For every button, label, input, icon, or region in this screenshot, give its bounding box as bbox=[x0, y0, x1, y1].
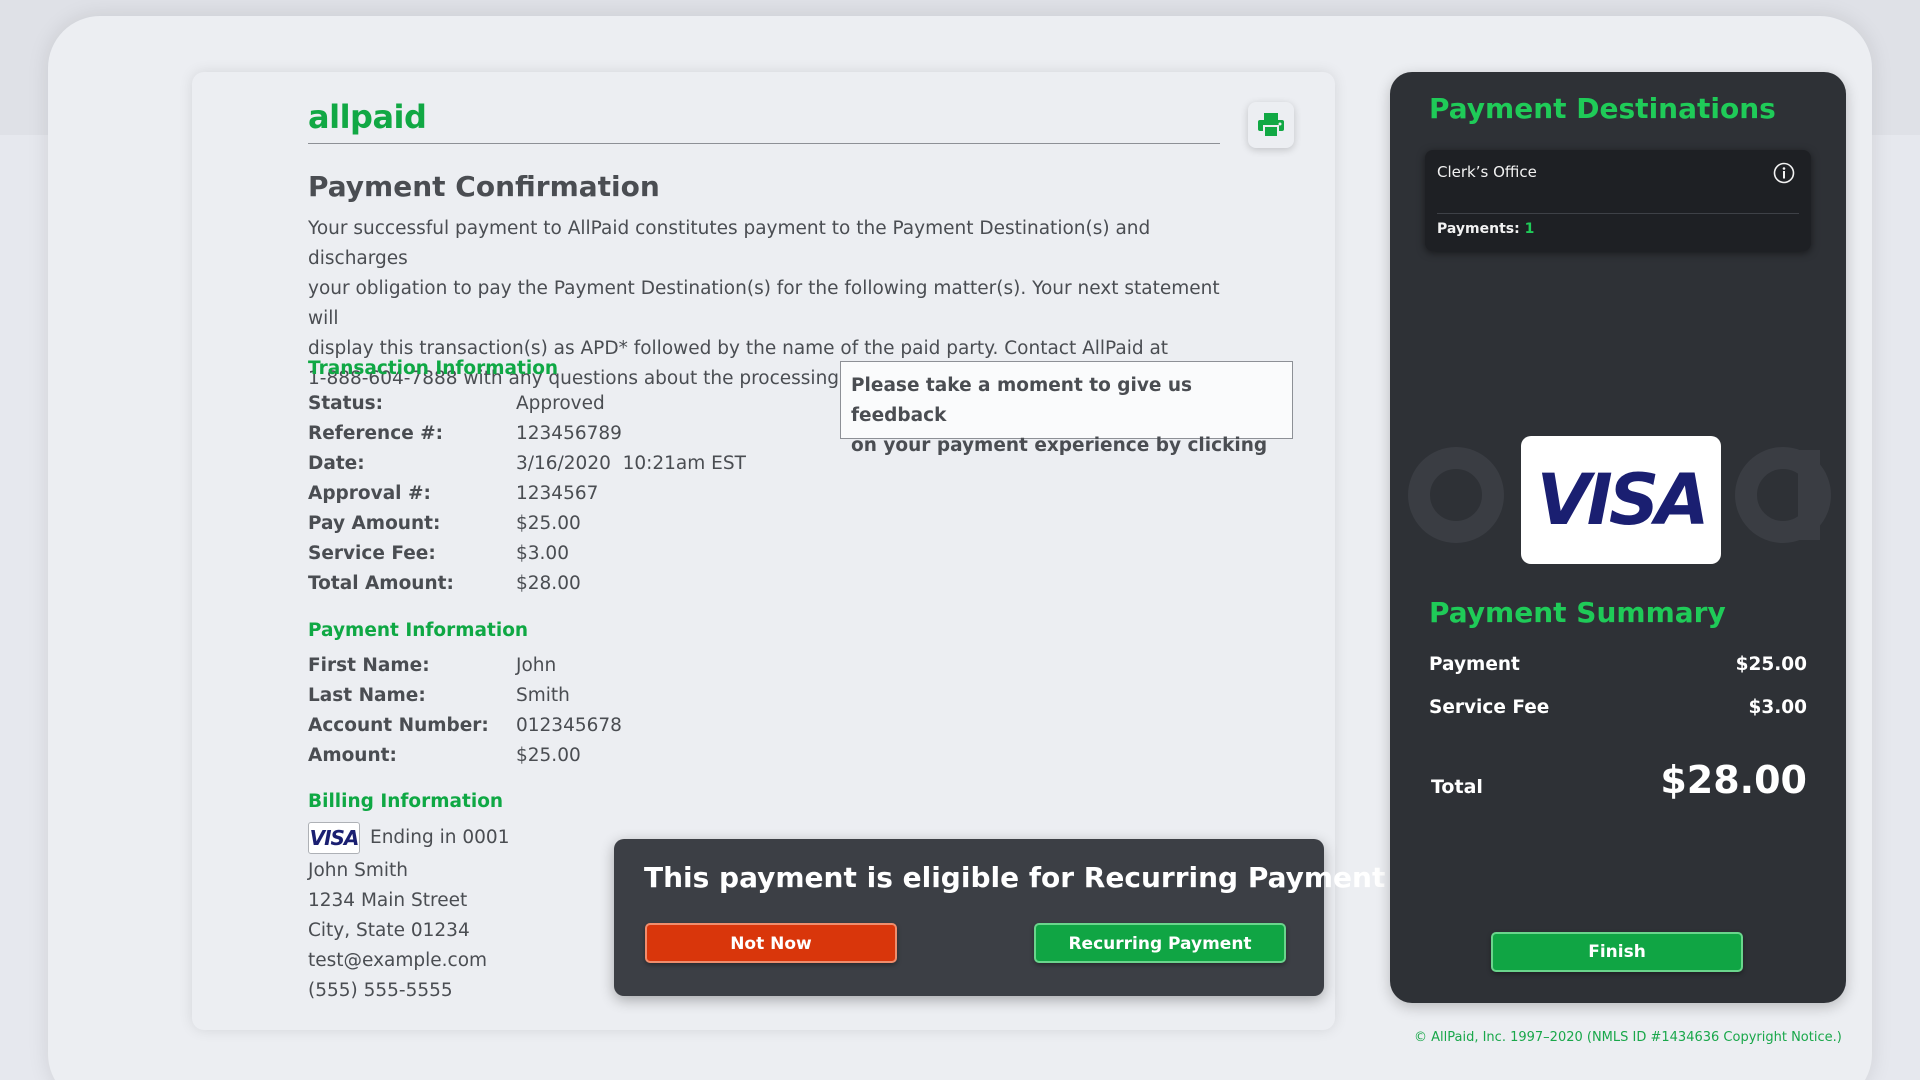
recurring-payment-dialog: This payment is eligible for Recurring P… bbox=[614, 839, 1385, 996]
header-divider bbox=[308, 143, 1220, 144]
row-value: 3/16/2020 10:21am EST bbox=[516, 453, 746, 474]
transaction-row: Pay Amount: $25.00 bbox=[308, 509, 868, 539]
row-value: 1234567 bbox=[516, 483, 599, 504]
transaction-heading: Transaction Information bbox=[308, 358, 559, 379]
billing-street: 1234 Main Street bbox=[308, 890, 468, 911]
row-label: Status: bbox=[308, 393, 384, 414]
summary-value: $3.00 bbox=[1748, 697, 1807, 718]
billing-heading: Billing Information bbox=[308, 791, 504, 812]
printer-icon bbox=[1258, 113, 1284, 138]
not-now-button[interactable]: Not Now bbox=[645, 923, 897, 963]
row-label: Service Fee: bbox=[308, 543, 436, 564]
total-value: $28.00 bbox=[1660, 758, 1807, 802]
row-value: $28.00 bbox=[516, 573, 581, 594]
row-value: Approved bbox=[516, 393, 605, 414]
copyright-notice[interactable]: © AllPaid, Inc. 1997–2020 (NMLS ID #1434… bbox=[1414, 1030, 1842, 1045]
summary-label: Payment bbox=[1429, 654, 1520, 675]
destination-card[interactable]: Clerk’s Office Payments: 1 bbox=[1425, 150, 1811, 251]
payment-info-row: Last Name: Smith bbox=[308, 681, 868, 711]
destinations-heading: Payment Destinations bbox=[1429, 92, 1776, 125]
transaction-row: Reference #: 123456789 bbox=[308, 419, 868, 449]
row-value: 012345678 bbox=[516, 715, 622, 736]
row-label: Amount: bbox=[308, 745, 397, 766]
destination-divider bbox=[1437, 213, 1799, 214]
summary-row: Service Fee $3.00 bbox=[1429, 697, 1807, 718]
row-value: 123456789 bbox=[516, 423, 622, 444]
summary-heading: Payment Summary bbox=[1429, 596, 1726, 629]
row-value: $25.00 bbox=[516, 513, 581, 534]
total-label: Total bbox=[1431, 776, 1483, 798]
destination-name: Clerk’s Office bbox=[1437, 163, 1537, 181]
transaction-row: Total Amount: $28.00 bbox=[308, 569, 868, 599]
row-label: Account Number: bbox=[308, 715, 489, 736]
intro-line: Your successful payment to AllPaid const… bbox=[308, 218, 1151, 269]
billing-name: John Smith bbox=[308, 860, 408, 881]
row-value: John bbox=[516, 655, 557, 676]
intro-line: your obligation to pay the Payment Desti… bbox=[308, 278, 1220, 329]
visa-card-icon: VISA bbox=[308, 822, 360, 854]
row-label: Pay Amount: bbox=[308, 513, 441, 534]
payments-label: Payments: bbox=[1437, 221, 1520, 237]
row-label: Last Name: bbox=[308, 685, 426, 706]
row-label: Total Amount: bbox=[308, 573, 454, 594]
page-title: Payment Confirmation bbox=[308, 170, 660, 203]
row-value: $3.00 bbox=[516, 543, 569, 564]
billing-phone: (555) 555-5555 bbox=[308, 980, 453, 1001]
row-label: First Name: bbox=[308, 655, 430, 676]
transaction-row: Approval #: 1234567 bbox=[308, 479, 868, 509]
recurring-dialog-title: This payment is eligible for Recurring P… bbox=[644, 861, 1386, 894]
recurring-payment-button[interactable]: Recurring Payment bbox=[1034, 923, 1286, 963]
payment-sidebar: Payment Destinations Clerk’s Office Paym… bbox=[1390, 72, 1846, 1003]
row-value: $25.00 bbox=[516, 745, 581, 766]
transaction-row: Date: 3/16/2020 10:21am EST bbox=[308, 449, 868, 479]
card-carousel-decoration bbox=[1408, 447, 1504, 543]
transaction-row: Status: Approved bbox=[308, 389, 868, 419]
payment-info-row: Amount: $25.00 bbox=[308, 741, 868, 771]
allpaid-logo: allpaid bbox=[308, 98, 427, 136]
summary-label: Service Fee bbox=[1429, 697, 1550, 718]
card-carousel-decoration bbox=[1798, 450, 1820, 540]
row-label: Approval #: bbox=[308, 483, 431, 504]
billing-email: test@example.com bbox=[308, 950, 488, 971]
info-icon[interactable] bbox=[1773, 162, 1795, 184]
destination-payments: Payments: 1 bbox=[1437, 221, 1534, 237]
feedback-box[interactable]: Please take a moment to give us feedback… bbox=[840, 361, 1293, 456]
payment-info-row: Account Number: 012345678 bbox=[308, 711, 868, 741]
row-label: Reference #: bbox=[308, 423, 444, 444]
payments-count: 1 bbox=[1524, 221, 1535, 237]
visa-card-icon[interactable]: VISA bbox=[1521, 436, 1721, 564]
card-ending: Ending in 0001 bbox=[370, 827, 510, 848]
print-button[interactable] bbox=[1248, 102, 1294, 148]
row-label: Date: bbox=[308, 453, 365, 474]
row-value: Smith bbox=[516, 685, 570, 706]
summary-value: $25.00 bbox=[1735, 654, 1807, 675]
finish-button[interactable]: Finish bbox=[1491, 932, 1743, 972]
payment-info-row: First Name: John bbox=[308, 651, 868, 681]
billing-city: City, State 01234 bbox=[308, 920, 470, 941]
feedback-line: on your payment experience by clicking bbox=[851, 435, 1268, 456]
summary-row: Payment $25.00 bbox=[1429, 654, 1807, 675]
transaction-row: Service Fee: $3.00 bbox=[308, 539, 868, 569]
feedback-line: Please take a moment to give us feedback bbox=[851, 375, 1193, 426]
payment-info-heading: Payment Information bbox=[308, 620, 529, 641]
